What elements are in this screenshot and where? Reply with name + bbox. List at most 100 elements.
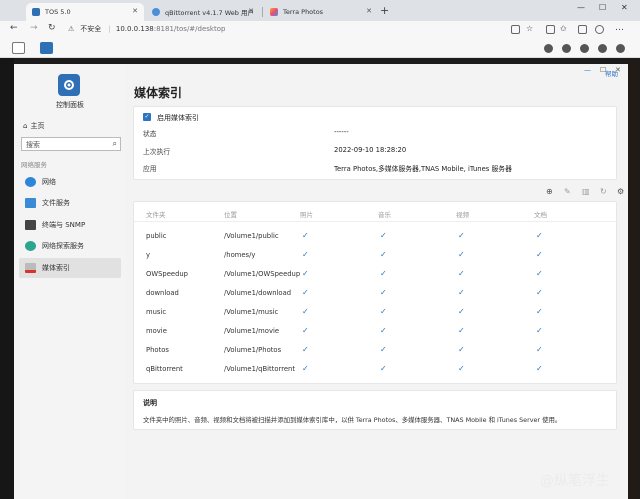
window-close-icon[interactable]: ✕ [615, 66, 621, 74]
table-row[interactable]: music /Volume1/music ✓ ✓ ✓ ✓ [134, 303, 618, 322]
tab-title: TOS 5.0 [45, 8, 71, 16]
check-icon: ✓ [536, 345, 543, 354]
edit-icon[interactable]: ✎ [564, 187, 571, 196]
browser-tab-bar: TOS 5.0 ✕ qBittorrent v4.1.7 Web 用户界面 ✕ … [0, 0, 640, 21]
check-icon: ✓ [536, 269, 543, 278]
favorites-icon[interactable]: ✩ [560, 24, 567, 33]
close-window-icon[interactable]: ✕ [621, 3, 628, 12]
delete-icon[interactable]: ▥ [582, 187, 590, 196]
sidebar-item-media-index[interactable]: 媒体索引 [19, 258, 121, 278]
table-row[interactable]: y /homes/y ✓ ✓ ✓ ✓ [134, 246, 618, 265]
check-icon: ✓ [302, 250, 309, 259]
collections-icon[interactable] [578, 25, 587, 34]
desktop-icon[interactable] [12, 42, 25, 54]
enable-media-index-checkbox[interactable]: ✓ [143, 113, 151, 121]
tab-terra-photos[interactable]: Terra Photos ✕ [264, 3, 378, 21]
desktop-background [0, 58, 14, 499]
taskbar-status-icon[interactable] [544, 44, 553, 53]
split-screen-icon[interactable] [546, 25, 555, 34]
search-input[interactable]: 搜索 ⌕ [21, 137, 121, 151]
check-icon: ✓ [536, 326, 543, 335]
folder-location: /homes/y [224, 251, 256, 259]
taskbar-message-icon[interactable] [562, 44, 571, 53]
check-icon: ✓ [302, 231, 309, 240]
check-icon: ✓ [380, 250, 387, 259]
read-aloud-icon[interactable] [511, 25, 520, 34]
sidebar-item-file-services[interactable]: 文件服务 [19, 193, 121, 213]
minimize-icon[interactable]: — [577, 3, 585, 12]
check-icon: ✓ [380, 269, 387, 278]
maximize-icon[interactable]: ☐ [599, 3, 606, 12]
forward-icon[interactable]: → [30, 23, 38, 33]
close-tab-icon[interactable]: ✕ [366, 7, 372, 15]
taskbar-notification-icon[interactable] [580, 44, 589, 53]
taskbar-user-icon[interactable] [598, 44, 607, 53]
favorite-star-icon[interactable]: ☆ [526, 24, 533, 33]
tos-favicon-icon [32, 8, 40, 16]
check-icon: ✓ [458, 231, 465, 240]
close-tab-icon[interactable]: ✕ [132, 7, 138, 15]
more-menu-icon[interactable]: … [615, 23, 624, 33]
check-icon: ✓ [302, 326, 309, 335]
folder-name: movie [146, 327, 167, 335]
tab-title: Terra Photos [283, 8, 324, 16]
check-icon: ✓ [380, 345, 387, 354]
check-icon: ✓ [380, 231, 387, 240]
sidebar-item-network-discovery[interactable]: 网络探索服务 [19, 236, 121, 256]
sidebar-item-label: 媒体索引 [42, 264, 70, 272]
gear-icon[interactable]: ⚙ [617, 187, 624, 196]
url-path: :8181/tos/#/desktop [153, 25, 226, 33]
folder-name: y [146, 251, 151, 259]
tab-qbittorrent[interactable]: qBittorrent v4.1.7 Web 用户界面 ✕ [146, 3, 260, 21]
control-panel-taskbar-icon[interactable] [40, 42, 53, 54]
terra-photos-favicon-icon [270, 8, 278, 16]
window-maximize-icon[interactable]: ☐ [600, 66, 606, 74]
url-field[interactable]: ⚠ 不安全 | 10.0.0.138:8181/tos/#/desktop [68, 24, 225, 34]
apps-label: 应用 [143, 165, 157, 173]
desktop-background [628, 58, 640, 499]
check-icon: ✓ [458, 288, 465, 297]
new-tab-icon[interactable]: + [380, 4, 389, 17]
table-row[interactable]: download /Volume1/download ✓ ✓ ✓ ✓ [134, 284, 618, 303]
sidebar-title: 控制面板 [56, 101, 84, 109]
refresh-icon[interactable]: ↻ [600, 187, 607, 196]
window-minimize-icon[interactable]: — [584, 66, 591, 74]
search-icon[interactable]: ⌕ [113, 139, 117, 149]
sidebar-item-label: 网络 [42, 178, 56, 186]
settings-card: ✓ 启用媒体索引 状态 ------ 上次执行 2022-09-10 18:28… [133, 106, 617, 180]
table-row[interactable]: Photos /Volume1/Photos ✓ ✓ ✓ ✓ [134, 341, 618, 360]
sidebar-item-network[interactable]: 网络 [19, 172, 121, 192]
table-row[interactable]: public /Volume1/public ✓ ✓ ✓ ✓ [134, 227, 618, 246]
folder-name: music [146, 308, 167, 316]
tab-tos[interactable]: TOS 5.0 ✕ [26, 3, 144, 21]
search-placeholder: 搜索 [26, 141, 40, 149]
back-icon[interactable]: ← [10, 23, 18, 33]
check-icon: ✓ [458, 307, 465, 316]
add-icon[interactable]: ⊕ [546, 187, 553, 196]
folder-name: public [146, 232, 167, 240]
taskbar-settings-icon[interactable] [616, 44, 625, 53]
table-row[interactable]: OWSpeedup /Volume1/OWSpeedup ✓ ✓ ✓ ✓ [134, 265, 618, 284]
profile-icon[interactable] [595, 25, 604, 34]
check-icon: ✓ [302, 345, 309, 354]
table-row[interactable]: qBittorrent /Volume1/qBittorrent ✓ ✓ ✓ ✓ [134, 360, 618, 379]
close-tab-icon[interactable]: ✕ [248, 7, 254, 15]
check-icon: ✓ [380, 326, 387, 335]
tab-title: qBittorrent v4.1.7 Web 用户界面 [165, 9, 253, 17]
sidebar-home-link[interactable]: ⌂ 主页 [23, 121, 44, 131]
terminal-icon [25, 220, 36, 230]
sidebar-item-label: 文件服务 [42, 199, 70, 207]
reload-icon[interactable]: ↻ [48, 23, 56, 33]
column-header-photos: 照片 [300, 211, 313, 219]
folder-location: /Volume1/Photos [224, 346, 282, 354]
folder-location: /Volume1/qBittorrent [224, 365, 296, 373]
table-row[interactable]: movie /Volume1/movie ✓ ✓ ✓ ✓ [134, 322, 618, 341]
folder-location: /Volume1/OWSpeedup [224, 270, 301, 278]
warning-icon: ⚠ [68, 25, 75, 33]
check-icon: ✓ [458, 269, 465, 278]
enable-media-index-label: 启用媒体索引 [157, 114, 199, 122]
status-value: ------ [334, 128, 349, 136]
sidebar-section-label: 网络服务 [21, 161, 47, 169]
folder-name: OWSpeedup [146, 270, 188, 278]
sidebar-item-terminal-snmp[interactable]: 终端与 SNMP [19, 215, 121, 235]
